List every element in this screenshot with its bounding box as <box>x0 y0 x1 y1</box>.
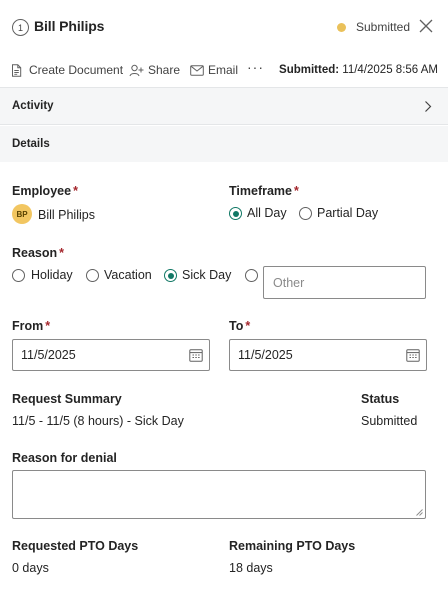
details-section-header: Details <box>0 126 448 162</box>
remaining-pto-label: Remaining PTO Days <box>229 539 356 553</box>
submitted-timestamp: Submitted: 11/4/2025 8:56 AM <box>279 64 438 76</box>
timeframe-partial-day-radio[interactable] <box>299 207 312 220</box>
timeframe-partial-day-label[interactable]: Partial Day <box>317 206 378 220</box>
timeframe-field-label: Timeframe * <box>229 184 299 198</box>
share-label: Share <box>148 63 181 77</box>
reason-holiday-radio[interactable] <box>12 269 25 282</box>
to-label-text: To <box>229 319 244 333</box>
status-field-value: Submitted <box>361 414 418 428</box>
timeframe-all-day-radio[interactable] <box>229 207 242 220</box>
resize-grip-icon[interactable] <box>416 509 423 516</box>
close-button[interactable] <box>416 16 436 36</box>
calendar-icon[interactable] <box>189 348 203 362</box>
details-label: Details <box>12 138 50 150</box>
request-summary-label: Request Summary <box>12 392 122 406</box>
from-date-value: 11/5/2025 <box>21 348 76 362</box>
status-field-label: Status <box>361 392 400 406</box>
reason-field-label: Reason * <box>12 246 64 260</box>
required-mark: * <box>45 319 51 333</box>
reason-for-denial-textarea[interactable] <box>13 471 425 518</box>
employee-label-text: Employee <box>12 184 72 198</box>
from-field-label: From * <box>12 319 50 333</box>
avatar: BP <box>12 204 32 224</box>
request-summary-value: 11/5 - 11/5 (8 hours) - Sick Day <box>12 414 184 428</box>
activity-label: Activity <box>12 100 54 112</box>
required-mark: * <box>73 184 78 198</box>
to-date-input[interactable]: 11/5/2025 <box>229 339 427 371</box>
share-button[interactable]: Share <box>129 63 180 77</box>
activity-section-header[interactable]: Activity <box>0 87 448 125</box>
reason-other-field[interactable] <box>264 267 425 298</box>
required-mark: * <box>294 184 299 198</box>
calendar-icon[interactable] <box>406 348 420 362</box>
reason-vacation-radio[interactable] <box>86 269 99 282</box>
create-document-label: Create Document <box>29 63 124 77</box>
required-mark: * <box>245 319 251 333</box>
requested-pto-label: Requested PTO Days <box>12 539 139 553</box>
reason-sick-day-label[interactable]: Sick Day <box>182 268 231 282</box>
mail-icon <box>190 64 204 76</box>
from-date-input[interactable]: 11/5/2025 <box>12 339 210 371</box>
chevron-right-icon <box>425 101 432 112</box>
email-button[interactable]: Email <box>190 63 238 77</box>
employee-field-label: Employee * <box>12 184 78 198</box>
reason-holiday-label[interactable]: Holiday <box>31 268 73 282</box>
email-label: Email <box>208 63 239 77</box>
remaining-pto-value: 18 days <box>229 561 273 575</box>
submitted-value: 11/4/2025 8:56 AM <box>342 64 438 76</box>
submitted-label: Submitted: <box>279 64 340 76</box>
required-mark: * <box>59 246 65 260</box>
reason-label-text: Reason <box>12 246 58 260</box>
reason-other-radio[interactable] <box>245 269 258 282</box>
share-person-icon <box>129 64 144 76</box>
status-label: Submitted <box>356 20 411 34</box>
timeframe-all-day-label[interactable]: All Day <box>247 206 287 220</box>
reason-vacation-label[interactable]: Vacation <box>104 268 152 282</box>
to-field-label: To * <box>229 319 250 333</box>
close-icon <box>419 19 433 33</box>
reason-for-denial-label: Reason for denial <box>12 451 117 465</box>
requested-pto-value: 0 days <box>12 561 49 575</box>
from-label-text: From <box>12 319 44 333</box>
step-number-badge: 1 <box>12 19 29 36</box>
reason-other-input[interactable] <box>263 266 426 299</box>
reason-for-denial-input[interactable] <box>12 470 426 519</box>
more-icon: ··· <box>247 59 264 75</box>
more-options-button[interactable]: ··· <box>247 59 264 75</box>
reason-sick-day-radio[interactable] <box>164 269 177 282</box>
status-dot-icon <box>337 23 346 32</box>
timeframe-label-text: Timeframe <box>229 184 292 198</box>
record-title: Bill Philips <box>34 18 105 34</box>
employee-name[interactable]: Bill Philips <box>38 208 95 222</box>
to-date-value: 11/5/2025 <box>238 348 293 362</box>
create-document-button[interactable]: Create Document <box>11 63 123 77</box>
document-icon <box>12 63 22 77</box>
